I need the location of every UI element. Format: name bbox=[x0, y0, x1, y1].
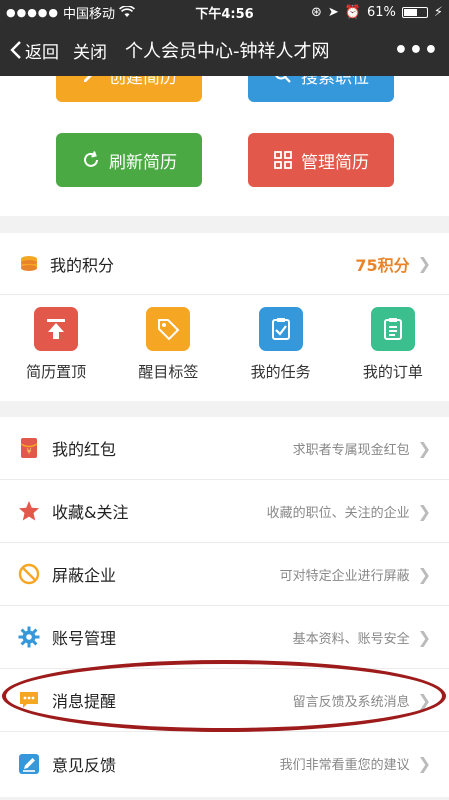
chevron-right-icon: ❯ bbox=[417, 690, 431, 710]
list-item-title: 消息提醒 bbox=[52, 692, 117, 711]
tag-icon bbox=[146, 307, 191, 351]
charging-icon: ⚡ bbox=[433, 4, 443, 20]
refresh-icon bbox=[84, 151, 98, 167]
settings-list: ¥ 我的红包 求职者专属现金红包 ❯ 收藏&关注 收藏的职位、关注的企业 ❯ 屏… bbox=[0, 417, 449, 797]
grid-label: 醒目标签 bbox=[138, 363, 199, 381]
grid-label: 我的订单 bbox=[362, 363, 423, 381]
list-item-desc: 留言反馈及系统消息 bbox=[292, 694, 410, 710]
list-item-favorites[interactable]: 收藏&关注 收藏的职位、关注的企业 ❯ bbox=[0, 480, 449, 543]
coins-icon bbox=[21, 255, 37, 271]
my-points-label: 我的积分 bbox=[50, 255, 115, 275]
points-services-grid: 简历置顶 醒目标签 我的任务 我的订单 bbox=[0, 295, 449, 401]
chevron-right-icon: ❯ bbox=[417, 501, 431, 521]
status-left: ●●●●● 中国移动 bbox=[6, 3, 166, 22]
search-icon bbox=[275, 76, 291, 83]
block-icon bbox=[18, 563, 40, 585]
list-item-title: 收藏&关注 bbox=[52, 503, 129, 522]
feedback-icon bbox=[18, 753, 40, 775]
list-item-title: 意见反馈 bbox=[52, 755, 117, 775]
list-item-desc: 收藏的职位、关注的企业 bbox=[266, 505, 410, 521]
list-item-desc: 求职者专属现金红包 bbox=[292, 442, 410, 458]
list-item-desc: 我们非常看重您的建议 bbox=[279, 758, 410, 773]
grid-label: 简历置顶 bbox=[26, 363, 87, 381]
chevron-right-icon: ❯ bbox=[417, 754, 431, 773]
grid-item-order[interactable]: 我的订单 bbox=[337, 295, 449, 401]
refresh-resume-button[interactable]: 刷新简历 bbox=[56, 133, 202, 187]
wifi-icon bbox=[119, 6, 135, 17]
chevron-right-icon: ❯ bbox=[417, 438, 431, 458]
list-item-block[interactable]: 屏蔽企业 可对特定企业进行屏蔽 ❯ bbox=[0, 543, 449, 606]
grid-icon bbox=[274, 151, 292, 169]
order-icon bbox=[370, 307, 415, 351]
grid-item-task[interactable]: 我的任务 bbox=[225, 295, 337, 401]
grid-item-tag[interactable]: 醒目标签 bbox=[112, 295, 224, 401]
points-card: 我的积分 75积分 ❯ 简历置顶 醒目标签 我的任务 我的订单 bbox=[0, 233, 449, 401]
my-points-row[interactable]: 我的积分 75积分 ❯ bbox=[0, 233, 449, 295]
list-item-account[interactable]: 账号管理 基本资料、账号安全 ❯ bbox=[0, 606, 449, 669]
clock: 下午4:56 bbox=[195, 6, 254, 22]
back-label: 返回 bbox=[25, 42, 59, 63]
signal-icon: ●●●●● bbox=[6, 5, 59, 19]
manage-resume-label: 管理简历 bbox=[301, 152, 369, 173]
manage-resume-button[interactable]: 管理简历 bbox=[248, 133, 394, 187]
points-value: 75积分 bbox=[355, 255, 410, 275]
battery-icon bbox=[401, 6, 428, 18]
list-item-red-envelope[interactable]: ¥ 我的红包 求职者专属现金红包 ❯ bbox=[0, 417, 449, 480]
create-resume-button[interactable]: 创建简历 bbox=[56, 76, 202, 102]
red-envelope-icon: ¥ bbox=[18, 437, 40, 459]
svg-text:¥: ¥ bbox=[26, 447, 31, 456]
back-button[interactable]: 返回 bbox=[10, 38, 59, 63]
edit-icon bbox=[84, 76, 92, 82]
rotation-lock-icon: ⊛ bbox=[310, 4, 322, 20]
list-item-messages[interactable]: 消息提醒 留言反馈及系统消息 ❯ bbox=[0, 669, 449, 732]
more-button[interactable]: ••• bbox=[394, 38, 439, 63]
list-item-feedback[interactable]: 意见反馈 我们非常看重您的建议 ❯ bbox=[0, 732, 449, 795]
list-item-title: 账号管理 bbox=[52, 629, 117, 648]
list-item-title: 屏蔽企业 bbox=[52, 566, 117, 585]
grid-label: 我的任务 bbox=[250, 363, 311, 381]
close-button[interactable]: 关闭 bbox=[73, 38, 107, 63]
chevron-right-icon: ❯ bbox=[417, 254, 431, 273]
status-bar: ●●●●● 中国移动 下午4:56 ⊛ ➤ ⏰ 61% ⚡ bbox=[0, 0, 449, 24]
chevron-right-icon: ❯ bbox=[417, 627, 431, 647]
nav-bar: 返回 关闭 个人会员中心-钟祥人才网 ••• bbox=[0, 24, 449, 76]
carrier-label: 中国移动 bbox=[63, 6, 116, 22]
location-icon: ➤ bbox=[327, 4, 339, 20]
task-icon bbox=[258, 307, 303, 351]
chevron-right-icon: ❯ bbox=[417, 564, 431, 584]
list-item-desc: 可对特定企业进行屏蔽 bbox=[279, 568, 410, 584]
list-item-desc: 基本资料、账号安全 bbox=[292, 631, 410, 647]
search-jobs-label: 搜索职位 bbox=[301, 76, 369, 88]
chevron-left-icon bbox=[10, 41, 21, 59]
list-item-title: 我的红包 bbox=[52, 440, 117, 459]
message-icon bbox=[18, 689, 40, 711]
top-arrow-icon bbox=[34, 307, 79, 351]
grid-item-resume-top[interactable]: 简历置顶 bbox=[0, 295, 112, 401]
battery-fill bbox=[403, 8, 417, 16]
star-icon bbox=[18, 500, 40, 522]
search-jobs-button[interactable]: 搜索职位 bbox=[248, 76, 394, 102]
status-right: ⊛ ➤ ⏰ 61% ⚡ bbox=[283, 5, 443, 20]
refresh-resume-label: 刷新简历 bbox=[109, 152, 177, 173]
alarm-icon: ⏰ bbox=[344, 4, 361, 20]
page-title: 个人会员中心-钟祥人才网 bbox=[125, 41, 330, 62]
resume-actions-card: 创建简历 搜索职位 刷新简历 管理简历 bbox=[0, 76, 449, 216]
battery-percent: 61% bbox=[366, 4, 396, 20]
create-resume-label: 创建简历 bbox=[109, 76, 177, 88]
gear-icon bbox=[18, 626, 40, 648]
